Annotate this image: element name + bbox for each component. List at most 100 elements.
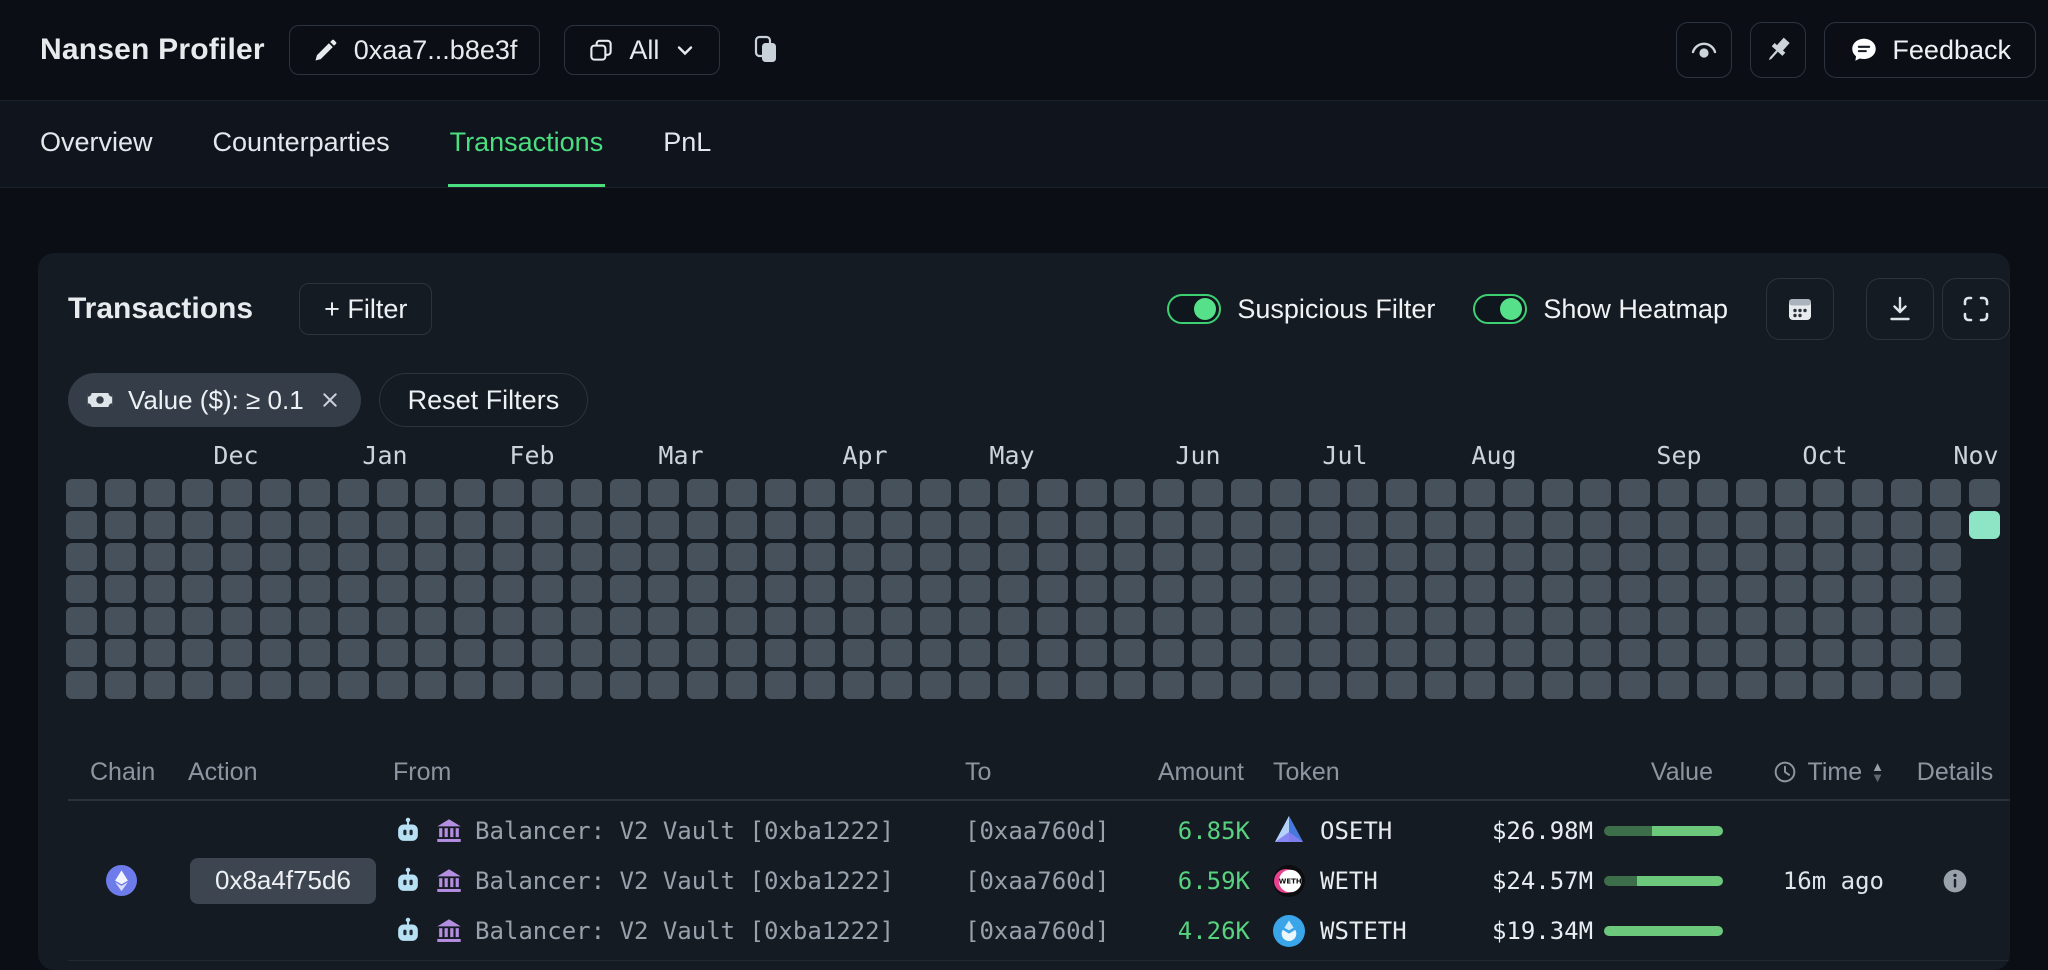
heatmap-cell[interactable]: [1775, 511, 1806, 539]
heatmap-cell[interactable]: [687, 511, 718, 539]
heatmap-cell[interactable]: [1969, 479, 2000, 507]
heatmap-cell[interactable]: [1580, 639, 1611, 667]
heatmap-cell[interactable]: [1736, 639, 1767, 667]
heatmap-cell[interactable]: [1386, 607, 1417, 635]
heatmap-cell[interactable]: [260, 607, 291, 635]
heatmap-cell[interactable]: [1580, 671, 1611, 699]
heatmap-cell[interactable]: [1425, 479, 1456, 507]
heatmap-cell[interactable]: [1891, 639, 1922, 667]
tab-pnl[interactable]: PnL: [661, 101, 713, 187]
heatmap-cell[interactable]: [726, 575, 757, 603]
heatmap-cell[interactable]: [182, 511, 213, 539]
heatmap-cell[interactable]: [881, 543, 912, 571]
heatmap-cell[interactable]: [1736, 607, 1767, 635]
heatmap-cell[interactable]: [454, 479, 485, 507]
heatmap-cell[interactable]: [377, 575, 408, 603]
heatmap-cell[interactable]: [493, 575, 524, 603]
heatmap-cell[interactable]: [144, 575, 175, 603]
heatmap-cell[interactable]: [299, 511, 330, 539]
heatmap-cell[interactable]: [765, 543, 796, 571]
heatmap-cell[interactable]: [648, 543, 679, 571]
heatmap-cell[interactable]: [571, 671, 602, 699]
heatmap-cell[interactable]: [1580, 543, 1611, 571]
heatmap-cell[interactable]: [648, 639, 679, 667]
heatmap-cell[interactable]: [1192, 543, 1223, 571]
heatmap-cell[interactable]: [1309, 543, 1340, 571]
heatmap-cell[interactable]: [765, 607, 796, 635]
heatmap-cell[interactable]: [182, 575, 213, 603]
heatmap-cell[interactable]: [804, 639, 835, 667]
heatmap-cell[interactable]: [1658, 479, 1689, 507]
heatmap-cell[interactable]: [1464, 607, 1495, 635]
from-address-link[interactable]: Balancer: V2 Vault [0xba1222]: [475, 917, 894, 945]
heatmap-cell[interactable]: [1347, 543, 1378, 571]
heatmap-cell[interactable]: [1813, 639, 1844, 667]
heatmap-cell[interactable]: [260, 543, 291, 571]
heatmap-cell[interactable]: [1930, 479, 1961, 507]
heatmap-cell[interactable]: [1386, 639, 1417, 667]
heatmap-cell[interactable]: [182, 479, 213, 507]
heatmap-cell[interactable]: [1037, 671, 1068, 699]
toggle-switch[interactable]: [1167, 294, 1221, 324]
heatmap-cell[interactable]: [338, 543, 369, 571]
copy-address-button[interactable]: [744, 33, 788, 67]
heatmap-cell[interactable]: [1852, 607, 1883, 635]
heatmap-cell[interactable]: [1736, 543, 1767, 571]
heatmap-cell[interactable]: [1619, 671, 1650, 699]
heatmap-cell[interactable]: [66, 575, 97, 603]
action-badge[interactable]: 0x8a4f75d6: [190, 858, 376, 904]
heatmap-cell[interactable]: [144, 543, 175, 571]
heatmap-cell[interactable]: [959, 607, 990, 635]
heatmap-cell[interactable]: [1619, 479, 1650, 507]
heatmap-cell[interactable]: [998, 607, 1029, 635]
heatmap-cell[interactable]: [765, 479, 796, 507]
heatmap-cell[interactable]: [648, 511, 679, 539]
heatmap-cell[interactable]: [415, 575, 446, 603]
tab-overview[interactable]: Overview: [38, 101, 155, 187]
heatmap-cell[interactable]: [1930, 575, 1961, 603]
reset-filters-button[interactable]: Reset Filters: [379, 373, 589, 427]
heatmap-cell[interactable]: [726, 543, 757, 571]
heatmap-cell[interactable]: [998, 543, 1029, 571]
heatmap-cell[interactable]: [1930, 639, 1961, 667]
heatmap-cell[interactable]: [843, 671, 874, 699]
heatmap-cell[interactable]: [881, 671, 912, 699]
heatmap-cell[interactable]: [1270, 543, 1301, 571]
heatmap-cell[interactable]: [998, 511, 1029, 539]
heatmap-cell[interactable]: [1503, 543, 1534, 571]
heatmap-cell[interactable]: [1542, 607, 1573, 635]
heatmap-cell[interactable]: [765, 671, 796, 699]
heatmap-cell[interactable]: [881, 479, 912, 507]
heatmap-cell[interactable]: [1076, 575, 1107, 603]
heatmap-cell[interactable]: [1425, 511, 1456, 539]
heatmap-cell[interactable]: [1037, 511, 1068, 539]
heatmap-cell[interactable]: [1542, 575, 1573, 603]
heatmap-cell[interactable]: [1542, 511, 1573, 539]
heatmap-cell[interactable]: [1270, 511, 1301, 539]
heatmap-cell[interactable]: [1891, 543, 1922, 571]
heatmap-cell[interactable]: [66, 543, 97, 571]
heatmap-cell[interactable]: [1658, 671, 1689, 699]
heatmap-cell[interactable]: [687, 607, 718, 635]
heatmap-cell[interactable]: [415, 511, 446, 539]
heatmap-cell[interactable]: [726, 639, 757, 667]
info-icon[interactable]: [1941, 867, 1969, 895]
heatmap-cell[interactable]: [66, 639, 97, 667]
heatmap-cell[interactable]: [1076, 671, 1107, 699]
heatmap-cell[interactable]: [144, 607, 175, 635]
heatmap-cell[interactable]: [1425, 639, 1456, 667]
add-filter-button[interactable]: + Filter: [299, 283, 432, 335]
heatmap-cell[interactable]: [1309, 671, 1340, 699]
heatmap-cell[interactable]: [959, 511, 990, 539]
heatmap-cell[interactable]: [1542, 543, 1573, 571]
heatmap-cell[interactable]: [1347, 607, 1378, 635]
heatmap-cell[interactable]: [571, 511, 602, 539]
heatmap-cell[interactable]: [765, 639, 796, 667]
heatmap-cell[interactable]: [920, 543, 951, 571]
heatmap-cell[interactable]: [66, 671, 97, 699]
heatmap-cell[interactable]: [648, 671, 679, 699]
heatmap-cell[interactable]: [571, 639, 602, 667]
heatmap-cell[interactable]: [1037, 575, 1068, 603]
heatmap-cell[interactable]: [1309, 511, 1340, 539]
heatmap-cell[interactable]: [1736, 671, 1767, 699]
